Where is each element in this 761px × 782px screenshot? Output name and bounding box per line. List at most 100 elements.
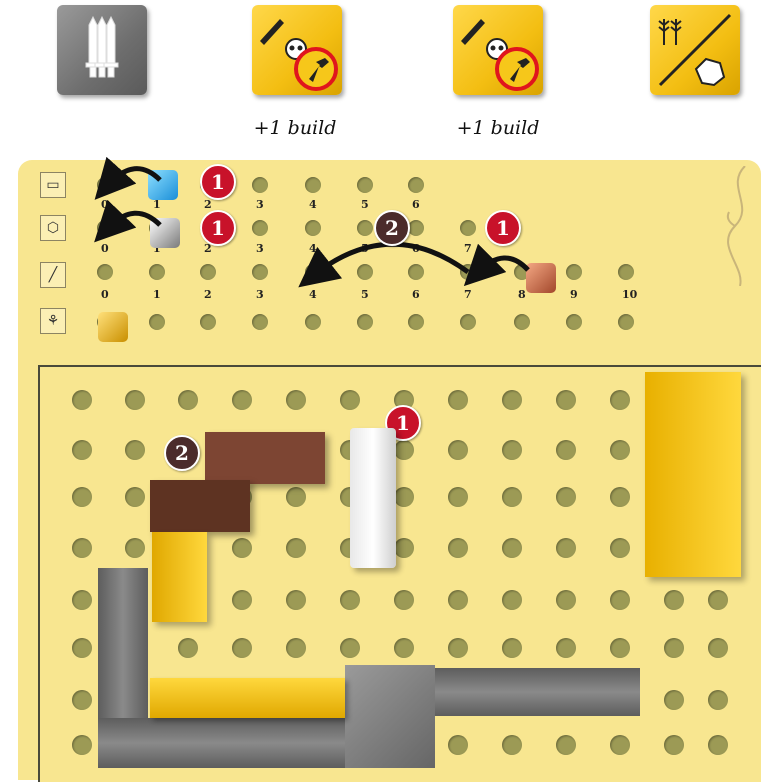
grid-space[interactable]	[502, 538, 522, 558]
grid-space[interactable]	[178, 390, 198, 410]
grid-space[interactable]	[232, 390, 252, 410]
track-space[interactable]	[149, 314, 165, 330]
grid-space[interactable]	[610, 735, 630, 755]
track-space[interactable]	[149, 264, 165, 280]
track-space[interactable]	[357, 220, 373, 236]
grid-space[interactable]	[664, 690, 684, 710]
wheat-or-stone-tile[interactable]	[650, 5, 740, 95]
track-space[interactable]	[460, 314, 476, 330]
track-space[interactable]	[252, 314, 268, 330]
track-space[interactable]	[618, 314, 634, 330]
grid-space[interactable]	[286, 590, 306, 610]
grid-space[interactable]	[448, 735, 468, 755]
grid-space[interactable]	[72, 735, 92, 755]
grid-space[interactable]	[286, 390, 306, 410]
grid-space[interactable]	[232, 638, 252, 658]
grid-space[interactable]	[708, 735, 728, 755]
grid-space[interactable]	[232, 590, 252, 610]
yellow-house[interactable]	[152, 532, 207, 622]
grid-space[interactable]	[178, 638, 198, 658]
grid-space[interactable]	[556, 390, 576, 410]
grid-space[interactable]	[448, 487, 468, 507]
grid-space[interactable]	[340, 638, 360, 658]
silver-resource-cube[interactable]	[150, 218, 180, 248]
attack-build-tile-2[interactable]	[453, 5, 543, 95]
track-space[interactable]	[408, 314, 424, 330]
track-space[interactable]	[357, 264, 373, 280]
track-space[interactable]	[618, 264, 634, 280]
grid-space[interactable]	[394, 440, 414, 460]
grid-space[interactable]	[72, 590, 92, 610]
attack-build-tile-1[interactable]	[252, 5, 342, 95]
track-space[interactable]	[566, 264, 582, 280]
grid-space[interactable]	[125, 487, 145, 507]
brown-building[interactable]	[150, 432, 325, 532]
grid-space[interactable]	[556, 638, 576, 658]
grid-space[interactable]	[664, 735, 684, 755]
track-space[interactable]	[97, 177, 113, 193]
grid-space[interactable]	[340, 590, 360, 610]
grid-space[interactable]	[286, 638, 306, 658]
track-space[interactable]	[200, 314, 216, 330]
grid-space[interactable]	[556, 538, 576, 558]
grid-space[interactable]	[448, 538, 468, 558]
grid-space[interactable]	[448, 440, 468, 460]
grid-space[interactable]	[610, 590, 630, 610]
grid-space[interactable]	[556, 735, 576, 755]
grid-space[interactable]	[502, 487, 522, 507]
grid-space[interactable]	[502, 440, 522, 460]
grid-space[interactable]	[664, 638, 684, 658]
track-space[interactable]	[97, 264, 113, 280]
grid-space[interactable]	[610, 638, 630, 658]
grid-space[interactable]	[610, 538, 630, 558]
swords-tile[interactable]	[57, 5, 147, 95]
grid-space[interactable]	[72, 538, 92, 558]
track-space[interactable]	[460, 220, 476, 236]
blue-resource-cube[interactable]	[148, 170, 178, 200]
grid-space[interactable]	[72, 487, 92, 507]
track-space[interactable]	[97, 220, 113, 236]
gray-gatehouse[interactable]	[345, 665, 435, 768]
grid-space[interactable]	[72, 690, 92, 710]
grid-space[interactable]	[394, 487, 414, 507]
track-space[interactable]	[408, 264, 424, 280]
track-space[interactable]	[305, 177, 321, 193]
track-space[interactable]	[252, 264, 268, 280]
grid-space[interactable]	[286, 538, 306, 558]
grid-space[interactable]	[502, 638, 522, 658]
grid-space[interactable]	[232, 538, 252, 558]
grid-space[interactable]	[72, 390, 92, 410]
grid-space[interactable]	[556, 590, 576, 610]
grid-space[interactable]	[502, 735, 522, 755]
grid-space[interactable]	[448, 390, 468, 410]
track-space[interactable]	[514, 314, 530, 330]
grid-space[interactable]	[125, 440, 145, 460]
grid-space[interactable]	[72, 638, 92, 658]
grid-space[interactable]	[394, 538, 414, 558]
farm-building[interactable]	[645, 372, 741, 577]
grid-space[interactable]	[556, 487, 576, 507]
track-space[interactable]	[460, 264, 476, 280]
grid-space[interactable]	[502, 590, 522, 610]
grid-space[interactable]	[610, 440, 630, 460]
track-space[interactable]	[408, 177, 424, 193]
track-space[interactable]	[305, 220, 321, 236]
grid-space[interactable]	[708, 590, 728, 610]
track-space[interactable]	[252, 177, 268, 193]
grid-space[interactable]	[394, 638, 414, 658]
track-space[interactable]	[408, 220, 424, 236]
white-tower[interactable]	[350, 428, 396, 568]
grid-space[interactable]	[664, 590, 684, 610]
gray-wall-right[interactable]	[435, 668, 640, 716]
gold-resource-cube[interactable]	[98, 312, 128, 342]
track-space[interactable]	[357, 314, 373, 330]
track-space[interactable]	[566, 314, 582, 330]
grid-space[interactable]	[340, 390, 360, 410]
track-space[interactable]	[200, 264, 216, 280]
grid-space[interactable]	[610, 390, 630, 410]
grid-space[interactable]	[394, 590, 414, 610]
grid-space[interactable]	[125, 538, 145, 558]
track-space[interactable]	[305, 314, 321, 330]
track-space[interactable]	[252, 220, 268, 236]
grid-space[interactable]	[708, 638, 728, 658]
